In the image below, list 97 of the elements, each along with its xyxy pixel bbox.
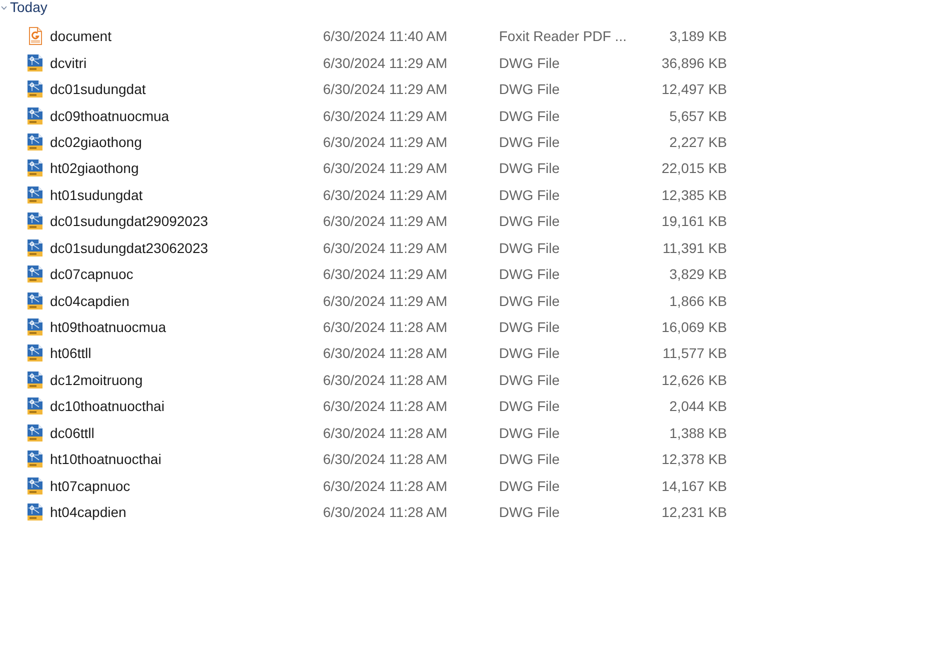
dwg-file-icon <box>27 132 43 151</box>
file-type: DWG File <box>499 451 561 468</box>
file-name[interactable]: dc02giaothong <box>50 134 142 150</box>
file-size: 36,896 KB <box>662 54 727 71</box>
file-size: 3,829 KB <box>669 266 727 282</box>
dwg-file-icon <box>27 159 43 178</box>
modified-date: 6/30/2024 11:29 AM <box>323 186 448 203</box>
file-type: DWG File <box>499 213 561 230</box>
file-name[interactable]: ht01sudungdat <box>50 186 143 203</box>
modified-date: 6/30/2024 11:29 AM <box>323 292 448 309</box>
dwg-file-icon <box>27 292 43 310</box>
file-name[interactable]: dcvitri <box>50 54 87 71</box>
file-type: DWG File <box>499 319 561 336</box>
dwg-file-icon <box>27 370 43 389</box>
file-name[interactable]: dc01sudungdat29092023 <box>50 213 208 230</box>
file-type: DWG File <box>499 108 561 124</box>
dwg-file-icon <box>27 424 43 442</box>
dwg-file-icon <box>27 238 43 257</box>
dwg-file-icon <box>27 397 43 416</box>
file-type: DWG File <box>499 424 561 441</box>
file-type: DWG File <box>499 266 561 282</box>
file-name[interactable]: dc01sudungdat <box>50 81 146 98</box>
file-size: 12,378 KB <box>662 451 727 468</box>
file-size: 12,385 KB <box>662 186 727 203</box>
modified-date: 6/30/2024 11:29 AM <box>323 54 448 71</box>
modified-date: 6/30/2024 11:29 AM <box>323 213 448 230</box>
file-name[interactable]: dc04capdien <box>50 292 130 309</box>
modified-date: 6/30/2024 11:28 AM <box>323 424 448 441</box>
modified-date: 6/30/2024 11:29 AM <box>323 266 448 282</box>
file-name[interactable]: ht06ttll <box>50 345 92 362</box>
file-type: DWG File <box>499 186 561 203</box>
modified-date: 6/30/2024 11:28 AM <box>323 398 448 414</box>
file-size: 12,626 KB <box>662 372 727 388</box>
file-name[interactable]: ht10thoatnuocthai <box>50 451 162 468</box>
modified-date: 6/30/2024 11:28 AM <box>323 345 448 362</box>
modified-date: 6/30/2024 11:29 AM <box>323 240 448 256</box>
file-size: 19,161 KB <box>662 213 727 230</box>
file-size: 1,866 KB <box>669 292 727 309</box>
file-size: 2,227 KB <box>669 134 727 150</box>
modified-date: 6/30/2024 11:40 AM <box>323 28 448 44</box>
modified-date: 6/30/2024 11:29 AM <box>323 134 448 150</box>
dwg-file-icon <box>27 344 43 362</box>
modified-date: 6/30/2024 11:29 AM <box>323 108 448 124</box>
file-type: DWG File <box>499 160 561 176</box>
file-type: DWG File <box>499 81 561 98</box>
file-type: DWG File <box>499 240 561 256</box>
file-name[interactable]: dc12moitruong <box>50 372 143 388</box>
modified-date: 6/30/2024 11:28 AM <box>323 478 448 494</box>
file-type: DWG File <box>499 345 561 362</box>
file-name[interactable]: dc09thoatnuocmua <box>50 108 170 124</box>
file-type: DWG File <box>499 372 561 388</box>
file-name[interactable]: dc10thoatnuocthai <box>50 398 164 414</box>
modified-date: 6/30/2024 11:28 AM <box>323 451 448 468</box>
file-name[interactable]: ht07capnuoc <box>50 478 130 494</box>
dwg-file-icon <box>27 503 43 522</box>
file-size: 5,657 KB <box>669 108 727 124</box>
file-type: DWG File <box>499 504 561 520</box>
file-name[interactable]: dc01sudungdat23062023 <box>50 240 208 256</box>
dwg-file-icon <box>27 265 43 284</box>
file-size: 2,044 KB <box>669 398 727 414</box>
file-size: 1,388 KB <box>669 424 727 441</box>
file-size: 12,231 KB <box>662 504 727 520</box>
dwg-file-icon <box>27 186 43 204</box>
file-size: 16,069 KB <box>662 319 727 336</box>
file-name[interactable]: ht04capdien <box>50 504 126 520</box>
modified-date: 6/30/2024 11:28 AM <box>323 372 448 388</box>
group-label[interactable]: Today <box>10 0 48 15</box>
dwg-file-icon <box>27 476 43 495</box>
modified-date: 6/30/2024 11:29 AM <box>323 160 448 176</box>
dwg-file-icon <box>27 80 43 98</box>
modified-date: 6/30/2024 11:29 AM <box>323 81 448 98</box>
file-name[interactable]: ht02giaothong <box>50 160 139 176</box>
file-size: 11,391 KB <box>662 240 727 256</box>
file-type: DWG File <box>499 398 561 414</box>
file-size: 3,189 KB <box>669 28 727 44</box>
dwg-file-icon <box>27 450 43 468</box>
file-name[interactable]: dc07capnuoc <box>50 266 134 282</box>
chevron-icon[interactable] <box>1 6 7 10</box>
file-type: DWG File <box>499 478 561 494</box>
dwg-file-icon <box>27 54 43 72</box>
file-size: 14,167 KB <box>662 478 727 494</box>
file-name[interactable]: document <box>50 28 112 44</box>
file-name[interactable]: dc06ttll <box>50 424 94 441</box>
file-size: 11,577 KB <box>662 345 727 362</box>
file-type: DWG File <box>499 54 561 71</box>
file-type: DWG File <box>499 134 561 150</box>
pdf-file-icon <box>27 27 43 46</box>
file-size: 22,015 KB <box>662 160 727 176</box>
dwg-file-icon <box>27 318 43 336</box>
file-size: 12,497 KB <box>662 81 727 98</box>
file-type: Foxit Reader PDF ... <box>499 28 628 44</box>
file-name[interactable]: ht09thoatnuocmua <box>50 319 166 336</box>
dwg-file-icon <box>27 106 43 125</box>
file-type: DWG File <box>499 292 561 309</box>
dwg-file-icon <box>27 212 43 230</box>
modified-date: 6/30/2024 11:28 AM <box>323 504 448 520</box>
modified-date: 6/30/2024 11:28 AM <box>323 319 448 336</box>
